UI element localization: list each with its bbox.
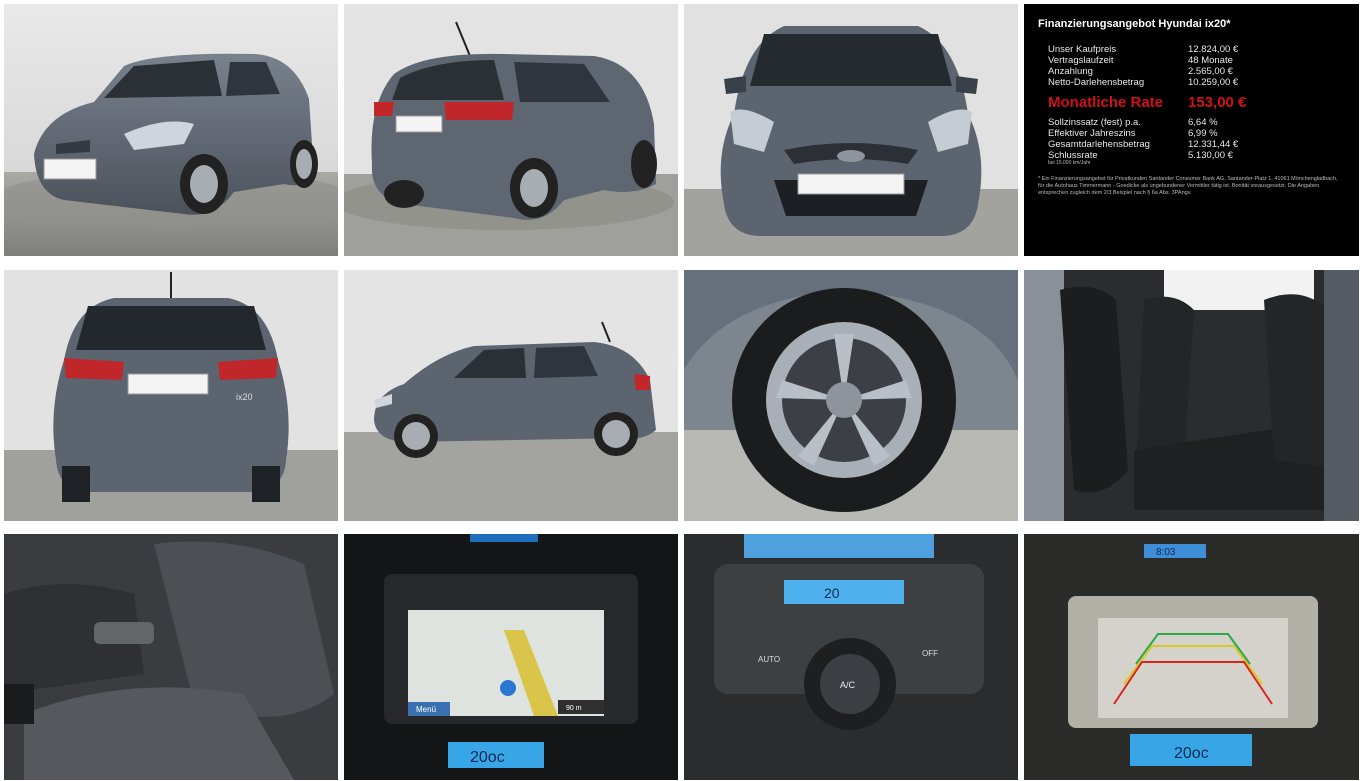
clock-display: 8:03 bbox=[1156, 547, 1176, 558]
photo-rear[interactable]: ix20 bbox=[4, 270, 338, 521]
finance-row: Gesamtdarlehensbetrag 12.331,44 € bbox=[1048, 139, 1239, 150]
monthly-rate: Monatliche Rate 153,00 € bbox=[1048, 94, 1247, 111]
photo-wheel[interactable] bbox=[684, 270, 1018, 521]
finance-row: Effektiver Jahreszins 6,99 % bbox=[1048, 128, 1218, 139]
nav-menu-button[interactable]: Menü bbox=[416, 705, 436, 714]
finance-row: Sollzinssatz (fest) p.a. 6,64 % bbox=[1048, 117, 1218, 128]
temperature-display: 20oc bbox=[470, 749, 505, 766]
finance-offer-card[interactable]: Finanzierungsangebot Hyundai ix20* Unser… bbox=[1024, 4, 1359, 256]
finance-title: Finanzierungsangebot Hyundai ix20* bbox=[1038, 18, 1231, 30]
finance-row: Netto-Darlehensbetrag 10.259,00 € bbox=[1048, 77, 1239, 88]
finance-row: Vertragslaufzeit 48 Monate bbox=[1048, 55, 1233, 66]
finance-row: Unser Kaufpreis 12.824,00 € bbox=[1048, 44, 1239, 55]
photo-front-three-quarter[interactable] bbox=[4, 4, 338, 256]
photo-front-seat[interactable] bbox=[4, 534, 338, 780]
photo-gallery: Finanzierungsangebot Hyundai ix20* Unser… bbox=[0, 0, 1363, 781]
nav-distance: 90 m bbox=[566, 705, 582, 712]
photo-rear-three-quarter[interactable] bbox=[344, 4, 678, 256]
finance-row: Anzahlung 2.565,00 € bbox=[1048, 66, 1233, 77]
photo-side[interactable] bbox=[344, 270, 678, 521]
model-badge: ix20 bbox=[236, 392, 253, 402]
photo-front[interactable] bbox=[684, 4, 1018, 256]
auto-button[interactable]: AUTO bbox=[758, 655, 780, 664]
photo-navigation[interactable]: Menü 90 m 20oc bbox=[344, 534, 678, 780]
off-button[interactable]: OFF bbox=[922, 649, 938, 658]
temperature-display-rear: 20oc bbox=[1174, 745, 1209, 762]
photo-rear-seats[interactable] bbox=[1024, 270, 1359, 521]
climate-temperature: 20 bbox=[824, 585, 840, 601]
photo-rear-camera[interactable]: 8:03 20oc bbox=[1024, 534, 1359, 780]
photo-climate-control[interactable]: 20 A/C AUTO OFF bbox=[684, 534, 1018, 780]
ac-button[interactable]: A/C bbox=[840, 680, 856, 690]
finance-footnote: * Ein Finanzierungsangebot für Privatkun… bbox=[1038, 176, 1338, 196]
